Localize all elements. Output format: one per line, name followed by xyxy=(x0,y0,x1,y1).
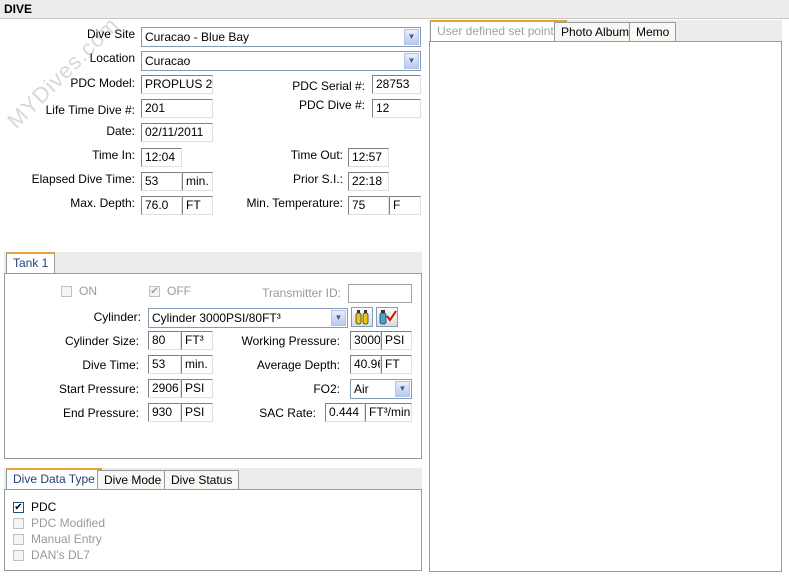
working-pressure-unit: PSI xyxy=(381,331,412,350)
transmitter-label: Transmitter ID: xyxy=(262,286,341,300)
pdc-modified-checkbox[interactable] xyxy=(13,518,24,529)
fo2-select[interactable]: Air ▼ xyxy=(350,379,412,399)
tab-user-defined-set-points[interactable]: User defined set points xyxy=(430,20,567,42)
manual-entry-checkbox[interactable] xyxy=(13,534,24,545)
pdc-serial-field[interactable]: 28753 xyxy=(372,75,421,94)
manual-entry-label: Manual Entry xyxy=(31,532,102,546)
sac-rate-label: SAC Rate: xyxy=(259,406,316,420)
lifetime-dive-label: Life Time Dive #: xyxy=(45,103,135,117)
time-out-field[interactable]: 12:57 xyxy=(348,148,389,167)
off-label: OFF xyxy=(167,284,191,298)
location-value: Curacao xyxy=(145,54,191,68)
location-label: Location xyxy=(89,51,135,65)
dive-time-field[interactable]: 53 xyxy=(148,355,181,374)
dans-dl7-label: DAN's DL7 xyxy=(31,548,90,562)
elapsed-time-unit: min. xyxy=(182,172,213,191)
lifetime-dive-field[interactable]: 201 xyxy=(141,99,213,118)
min-temp-field[interactable]: 75 xyxy=(348,196,389,215)
time-out-label: Time Out: xyxy=(290,148,343,162)
max-depth-unit: FT xyxy=(182,196,213,215)
off-checkbox[interactable]: ✔ xyxy=(149,286,160,297)
sac-rate-unit: FT³/min xyxy=(365,403,412,422)
average-depth-unit: FT xyxy=(381,355,412,374)
pdc-dive-field[interactable]: 12 xyxy=(372,99,421,118)
chevron-down-icon[interactable]: ▼ xyxy=(404,29,419,45)
fo2-value: Air xyxy=(354,382,369,396)
average-depth-label: Average Depth: xyxy=(256,358,340,372)
sac-rate-field[interactable]: 0.444 xyxy=(325,403,365,422)
min-temp-label: Min. Temperature: xyxy=(246,196,344,210)
on-checkbox[interactable] xyxy=(61,286,72,297)
max-depth-field[interactable]: 76.0 xyxy=(141,196,182,215)
dive-time-label: Dive Time: xyxy=(82,358,139,372)
end-pressure-label: End Pressure: xyxy=(62,406,139,420)
chevron-down-icon[interactable]: ▼ xyxy=(395,381,410,397)
fo2-label: FO2: xyxy=(313,382,340,396)
end-pressure-unit: PSI xyxy=(181,403,213,422)
working-pressure-field[interactable]: 3000 xyxy=(350,331,381,350)
dive-site-label: Dive Site xyxy=(86,27,135,41)
dive-time-unit: min. xyxy=(181,355,213,374)
start-pressure-label: Start Pressure: xyxy=(58,382,139,396)
cylinder-select[interactable]: Cylinder 3000PSI/80FT³ ▼ xyxy=(148,308,348,328)
pdc-modified-label: PDC Modified xyxy=(31,516,106,530)
date-field[interactable]: 02/11/2011 xyxy=(141,123,213,142)
location-select[interactable]: Curacao ▼ xyxy=(141,51,421,71)
start-pressure-unit: PSI xyxy=(181,379,213,398)
max-depth-label: Max. Depth: xyxy=(70,196,135,210)
tab-photo-album[interactable]: Photo Album xyxy=(554,22,637,42)
chevron-down-icon[interactable]: ▼ xyxy=(404,53,419,69)
time-in-label: Time In: xyxy=(92,148,135,162)
pdc-dive-label: PDC Dive #: xyxy=(298,98,365,112)
end-pressure-field[interactable]: 930 xyxy=(148,403,181,422)
tab-memo[interactable]: Memo xyxy=(629,22,677,42)
tab-dive-data-type[interactable]: Dive Data Type xyxy=(6,468,102,490)
cylinder-label: Cylinder: xyxy=(93,310,141,324)
tab-tank-1[interactable]: Tank 1 xyxy=(6,252,56,274)
dans-dl7-checkbox[interactable] xyxy=(13,550,24,561)
dive-site-select[interactable]: Curacao - Blue Bay ▼ xyxy=(141,27,421,47)
tank-library-button[interactable] xyxy=(351,307,373,327)
elapsed-time-field[interactable]: 53 xyxy=(141,172,182,191)
pdc-model-field[interactable]: PROPLUS 2 xyxy=(141,75,213,94)
tank-select-button[interactable] xyxy=(376,307,398,327)
elapsed-time-label: Elapsed Dive Time: xyxy=(31,172,135,186)
on-label: ON xyxy=(79,284,97,298)
transmitter-field[interactable] xyxy=(348,284,412,303)
chevron-down-icon[interactable]: ▼ xyxy=(331,310,346,326)
tab-dive-mode[interactable]: Dive Mode xyxy=(97,470,169,490)
pdc-serial-label: PDC Serial #: xyxy=(292,79,365,93)
tab-dive-status[interactable]: Dive Status xyxy=(164,470,240,490)
tank-tabstrip xyxy=(4,252,422,274)
prior-si-label: Prior S.I.: xyxy=(292,172,343,186)
cylinder-value: Cylinder 3000PSI/80FT³ xyxy=(152,311,281,325)
pdc-option-label: PDC xyxy=(31,500,57,514)
cylinder-size-unit: FT³ xyxy=(181,331,213,350)
dive-site-value: Curacao - Blue Bay xyxy=(145,30,250,44)
dive-header-bar: DIVE xyxy=(0,0,789,19)
tank-check-icon xyxy=(379,310,397,325)
dive-header-title: DIVE xyxy=(4,2,33,16)
pdc-checkbox[interactable]: ✔ xyxy=(13,502,24,513)
average-depth-field[interactable]: 40.96 xyxy=(350,355,381,374)
cylinder-size-field[interactable]: 80 xyxy=(148,331,181,350)
tank-pair-icon xyxy=(355,310,369,325)
date-label: Date: xyxy=(106,124,135,138)
min-temp-unit: F xyxy=(389,196,421,215)
working-pressure-label: Working Pressure: xyxy=(241,334,340,348)
time-in-field[interactable]: 12:04 xyxy=(141,148,182,167)
cylinder-size-label: Cylinder Size: xyxy=(64,334,139,348)
start-pressure-field[interactable]: 2906 xyxy=(148,379,181,398)
set-points-panel xyxy=(429,41,782,572)
pdc-model-label: PDC Model: xyxy=(70,76,135,90)
prior-si-field[interactable]: 22:18 xyxy=(348,172,389,191)
